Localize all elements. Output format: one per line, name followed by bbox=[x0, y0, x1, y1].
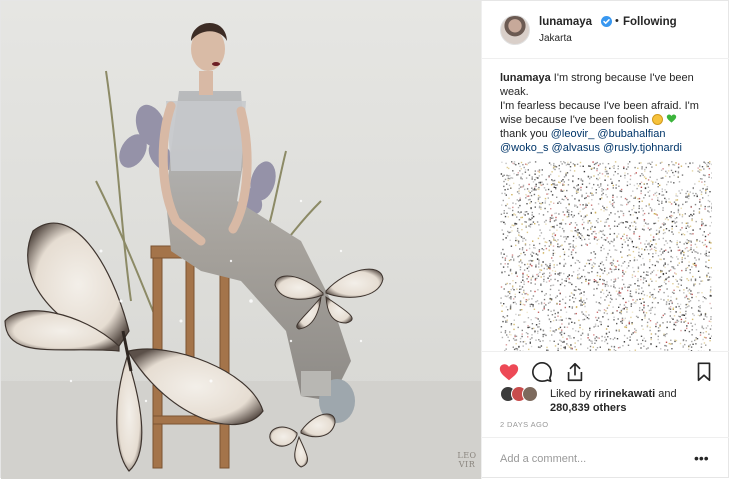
heart-icon[interactable] bbox=[498, 361, 520, 383]
green-heart-emoji-icon bbox=[666, 113, 677, 124]
mention-leovir[interactable]: @leovir_ bbox=[551, 128, 595, 140]
photo-illustration bbox=[1, 1, 481, 479]
action-bar bbox=[482, 351, 729, 387]
post-photo[interactable]: LEO VIR bbox=[1, 1, 481, 479]
bookmark-icon[interactable] bbox=[693, 361, 715, 383]
verified-badge-icon bbox=[601, 16, 612, 27]
comment-icon[interactable] bbox=[531, 361, 553, 383]
comment-input[interactable] bbox=[500, 451, 690, 467]
post-header: lunamaya • Following Jakarta bbox=[482, 1, 729, 59]
watermark-text: LEO VIR bbox=[456, 451, 478, 469]
likes-text: Liked by ririnekawati and 280,839 others bbox=[550, 387, 677, 415]
author-avatar[interactable] bbox=[500, 15, 530, 45]
photographer-watermark: LEO VIR bbox=[456, 451, 478, 469]
likes-and: and bbox=[655, 388, 676, 400]
more-options-icon[interactable]: ••• bbox=[694, 450, 709, 466]
liker-avatars[interactable] bbox=[500, 386, 544, 402]
mention-bubahalfian[interactable]: @bubahalfian bbox=[597, 128, 665, 140]
following-button[interactable]: Following bbox=[623, 16, 677, 28]
post-sidebar: lunamaya • Following Jakarta lunamaya I'… bbox=[481, 1, 728, 479]
liker-avatar bbox=[522, 386, 538, 402]
mention-alvasus[interactable]: @alvasus bbox=[552, 142, 600, 154]
mention-rusly[interactable]: @rusly.tjohnardi bbox=[603, 142, 682, 154]
author-username[interactable]: lunamaya bbox=[539, 16, 592, 28]
post-caption: lunamaya I'm strong because I've been we… bbox=[500, 71, 715, 155]
caption-username[interactable]: lunamaya bbox=[500, 72, 551, 84]
share-icon[interactable] bbox=[564, 361, 586, 383]
mention-woko[interactable]: @woko_s bbox=[500, 142, 548, 154]
comments-list-obscured bbox=[500, 161, 712, 351]
caption-thanks: thank you bbox=[500, 128, 551, 140]
likes-prefix: Liked by bbox=[550, 388, 594, 400]
comments-noise-pattern bbox=[500, 161, 712, 351]
first-liker-link[interactable]: ririnekawati bbox=[594, 388, 655, 400]
header-separator: • bbox=[615, 15, 619, 27]
likes-section: Liked by ririnekawati and 280,839 others bbox=[500, 386, 720, 416]
likes-others-link[interactable]: 280,839 others bbox=[550, 402, 626, 414]
post-timestamp[interactable]: 2 DAYS AGO bbox=[500, 420, 548, 429]
smiling-face-emoji-icon bbox=[652, 114, 663, 125]
instagram-post: LEO VIR lunamaya • Following Jakarta lun… bbox=[0, 0, 729, 478]
post-location[interactable]: Jakarta bbox=[539, 33, 572, 44]
add-comment-section: ••• bbox=[482, 437, 729, 479]
